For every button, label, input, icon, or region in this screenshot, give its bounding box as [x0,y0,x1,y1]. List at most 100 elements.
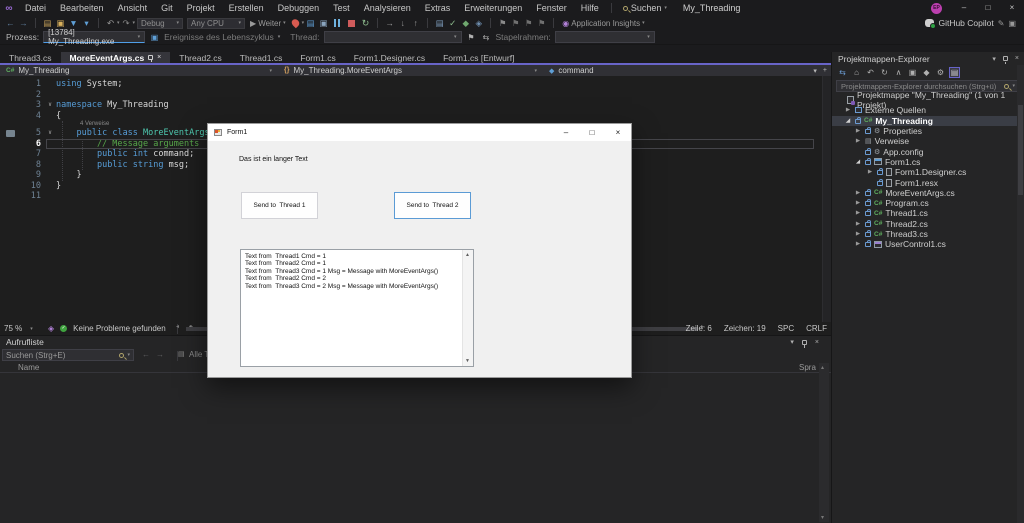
expanded-arrow-icon[interactable]: ◢ [854,159,862,165]
collapsed-arrow-icon[interactable]: ▶ [854,221,862,227]
search-menu[interactable]: Suchen ▾ [623,3,667,13]
minimize-button[interactable]: – [952,0,976,16]
zoom-dropdown[interactable]: 75 % ▾ [4,324,42,333]
tab-form1-cs--entwurf-[interactable]: Form1.cs [Entwurf] [434,52,523,63]
preview-selected-items-icon[interactable]: ▤ [949,67,960,78]
spaces-indicator[interactable]: SPC [778,324,794,333]
tab-thread2-cs[interactable]: Thread2.cs [170,52,231,63]
step-into-icon[interactable]: ↓ [396,17,409,30]
code-line-4[interactable]: 4{ [0,111,831,122]
maximize-button[interactable]: □ [976,0,1000,16]
tree-item-thread3-cs[interactable]: ▶C#Thread3.cs [832,229,1024,239]
tree-item-form1-designer-cs[interactable]: ▶Form1.Designer.cs [832,167,1024,177]
chevron-down-icon[interactable]: ▾ [790,338,794,346]
output-textbox[interactable]: Text from Thread1 Cmd = 1 Text from Thre… [240,249,474,367]
thread-dropdown[interactable]: ▾ [324,31,462,43]
collapsed-arrow-icon[interactable]: ▶ [854,210,862,216]
collapsed-arrow-icon[interactable]: ▶ [854,241,862,247]
scroll-down-icon[interactable]: ▾ [821,514,824,521]
send-to-thread1-button[interactable]: Send to Thread 1 [241,192,318,219]
collapsed-arrow-icon[interactable]: ▶ [854,190,862,196]
menu-item-hilfe[interactable]: Hilfe [574,3,606,13]
eol-indicator[interactable]: CRLF [806,324,827,333]
tab-form1-cs[interactable]: Form1.cs [291,52,344,63]
chevron-down-icon[interactable]: ▾ [813,67,817,75]
breadcrumb-project[interactable]: C# My_Threading ▾ [0,65,278,76]
nav-forward-icon[interactable]: → [156,350,164,359]
bookmark-3-icon[interactable]: ⚑ [522,17,535,30]
form1-maximize-button[interactable]: □ [579,124,605,141]
stackframe-dropdown[interactable]: ▾ [555,31,655,43]
collapsed-arrow-icon[interactable]: ▶ [866,169,874,175]
fold-arrow-icon[interactable]: ∨ [44,128,56,139]
toggle-flagged-threads-icon[interactable]: ⇆ [481,33,492,42]
line-indicator[interactable]: Zeile: 6 [686,324,712,333]
collapsed-arrow-icon[interactable]: ▶ [854,138,862,144]
github-copilot-status[interactable]: GitHub Copilot ✎ ▣ [925,18,1016,28]
watch-window-icon[interactable]: ▤ [433,17,446,30]
menu-item-extras[interactable]: Extras [418,3,458,13]
solution-explorer-title-bar[interactable]: Projektmappen-Explorer ▾ × [832,52,1024,65]
refresh-icon[interactable]: ↻ [879,68,890,77]
menu-item-bearbeiten[interactable]: Bearbeiten [53,3,111,13]
lifecycle-events-icon[interactable]: ▣ [149,33,160,42]
menu-item-fenster[interactable]: Fenster [529,3,574,13]
pin-icon[interactable] [148,55,153,60]
avatar[interactable]: EP [931,3,942,14]
sync-with-active-document-icon[interactable]: ▣ [907,68,918,77]
breadcrumb-type[interactable]: {} My_Threading.MoreEventArgs ▾ [278,65,543,76]
application-insights-button[interactable]: ◉Application Insights▾ [562,19,644,28]
tree-item-program-cs[interactable]: ▶C#Program.cs [832,198,1024,208]
call-stack-search-input[interactable]: Suchen (Strg+E) ▾ [2,349,134,361]
scroll-up-icon[interactable]: ▴ [821,364,824,371]
collapsed-arrow-icon[interactable]: ▶ [844,107,852,113]
copilot-chat-icon[interactable]: ▣ [1008,19,1016,28]
test-explorer-icon[interactable]: ✓ [446,17,459,30]
code-line-3[interactable]: 3∨namespace My_Threading [0,100,831,111]
process-dropdown[interactable]: [13784] My_Threading.exe ▾ [43,31,145,43]
tree-item-thread1-cs[interactable]: ▶C#Thread1.cs [832,208,1024,218]
flag-current-thread-icon[interactable]: ⚑ [466,33,477,42]
form1-title-bar[interactable]: Form1 – □ × [208,124,631,141]
bookmark-1-icon[interactable]: ⚑ [496,17,509,30]
chevron-down-icon[interactable]: ▾ [992,55,996,63]
lifecycle-label[interactable]: Ereignisse des Lebenszyklus [164,32,274,42]
platform-dropdown[interactable]: Any CPU▾ [187,18,245,29]
menu-item-projekt[interactable]: Projekt [180,3,222,13]
undo-checkout-icon[interactable]: ↶ [865,68,876,77]
menu-item-ansicht[interactable]: Ansicht [111,3,155,13]
nav-back-icon[interactable]: ← [4,17,17,30]
problems-status[interactable]: Keine Probleme gefunden [73,324,166,333]
menu-item-datei[interactable]: Datei [18,3,53,13]
tree-item-app-config[interactable]: ⚙App.config [832,146,1024,156]
tree-item-verweise[interactable]: ▶▤Verweise [832,136,1024,146]
tree-item-thread2-cs[interactable]: ▶C#Thread2.cs [832,219,1024,229]
close-button[interactable]: × [1000,0,1024,16]
tab-moreeventargs-cs[interactable]: MoreEventArgs.cs× [61,52,171,63]
name-column-header[interactable]: Name [18,363,39,372]
code-line-2[interactable]: 2 [0,90,831,101]
menu-item-erweiterungen[interactable]: Erweiterungen [457,3,529,13]
apply-code-changes-icon[interactable]: ▤ [304,17,317,30]
code-line-1[interactable]: 1using System; [0,79,831,90]
close-icon[interactable]: × [815,339,819,346]
solution-explorer-scrollbar[interactable] [1017,65,1024,523]
collapse-all-icon[interactable]: ∧ [893,68,904,77]
column-indicator[interactable]: Zeichen: 19 [724,324,766,333]
send-to-thread2-button[interactable]: Send to Thread 2 [394,192,471,219]
bookmark-4-icon[interactable]: ⚑ [535,17,548,30]
restart-button[interactable]: ↻ [362,18,370,29]
properties-wrench-icon[interactable]: ⚙ [935,68,946,77]
tree-item-moreeventargs-cs[interactable]: ▶C#MoreEventArgs.cs [832,188,1024,198]
split-editor-icon[interactable]: + [823,67,827,75]
pause-button[interactable] [334,19,340,27]
tree-item-usercontrol1-cs[interactable]: ▶UserControl1.cs [832,239,1024,249]
pin-icon[interactable] [1003,56,1008,61]
step-over-icon[interactable]: → [383,17,396,30]
tab-form1-designer-cs[interactable]: Form1.Designer.cs [345,52,434,63]
menu-item-test[interactable]: Test [326,3,357,13]
close-icon[interactable]: × [1015,55,1019,62]
live-share-icon[interactable]: ◈ [48,324,54,333]
show-diagnostics-icon[interactable]: ▣ [317,17,330,30]
language-column-header[interactable]: Spra [799,363,816,372]
